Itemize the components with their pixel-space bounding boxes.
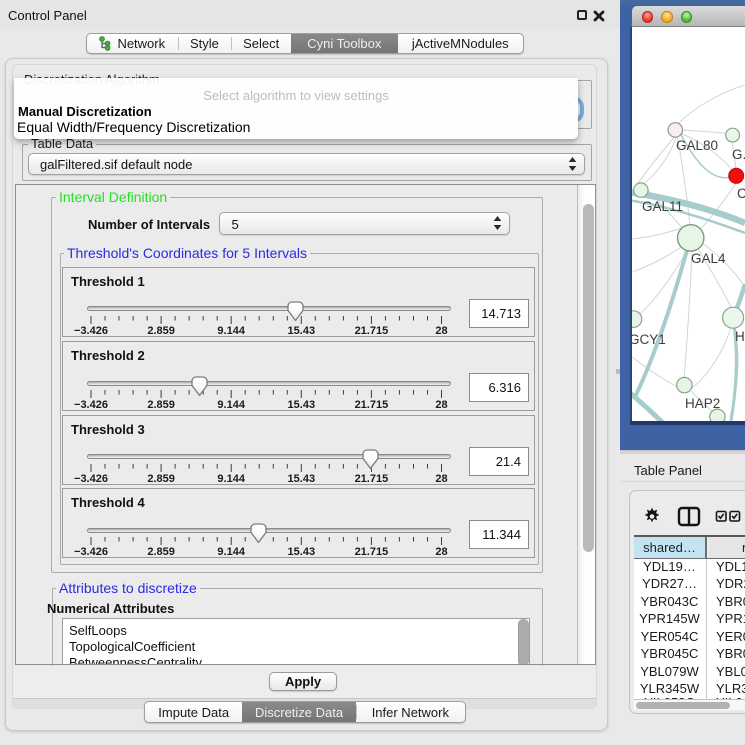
- svg-text:GAL4: GAL4: [691, 251, 726, 266]
- svg-text:H: H: [735, 329, 745, 344]
- svg-text:GAL11: GAL11: [642, 199, 683, 214]
- svg-text:HAP2: HAP2: [685, 396, 720, 411]
- svg-text:C: C: [737, 186, 745, 201]
- svg-text:GCY1: GCY1: [632, 332, 666, 347]
- svg-text:G.: G.: [732, 147, 745, 162]
- svg-text:GAL80: GAL80: [676, 138, 718, 153]
